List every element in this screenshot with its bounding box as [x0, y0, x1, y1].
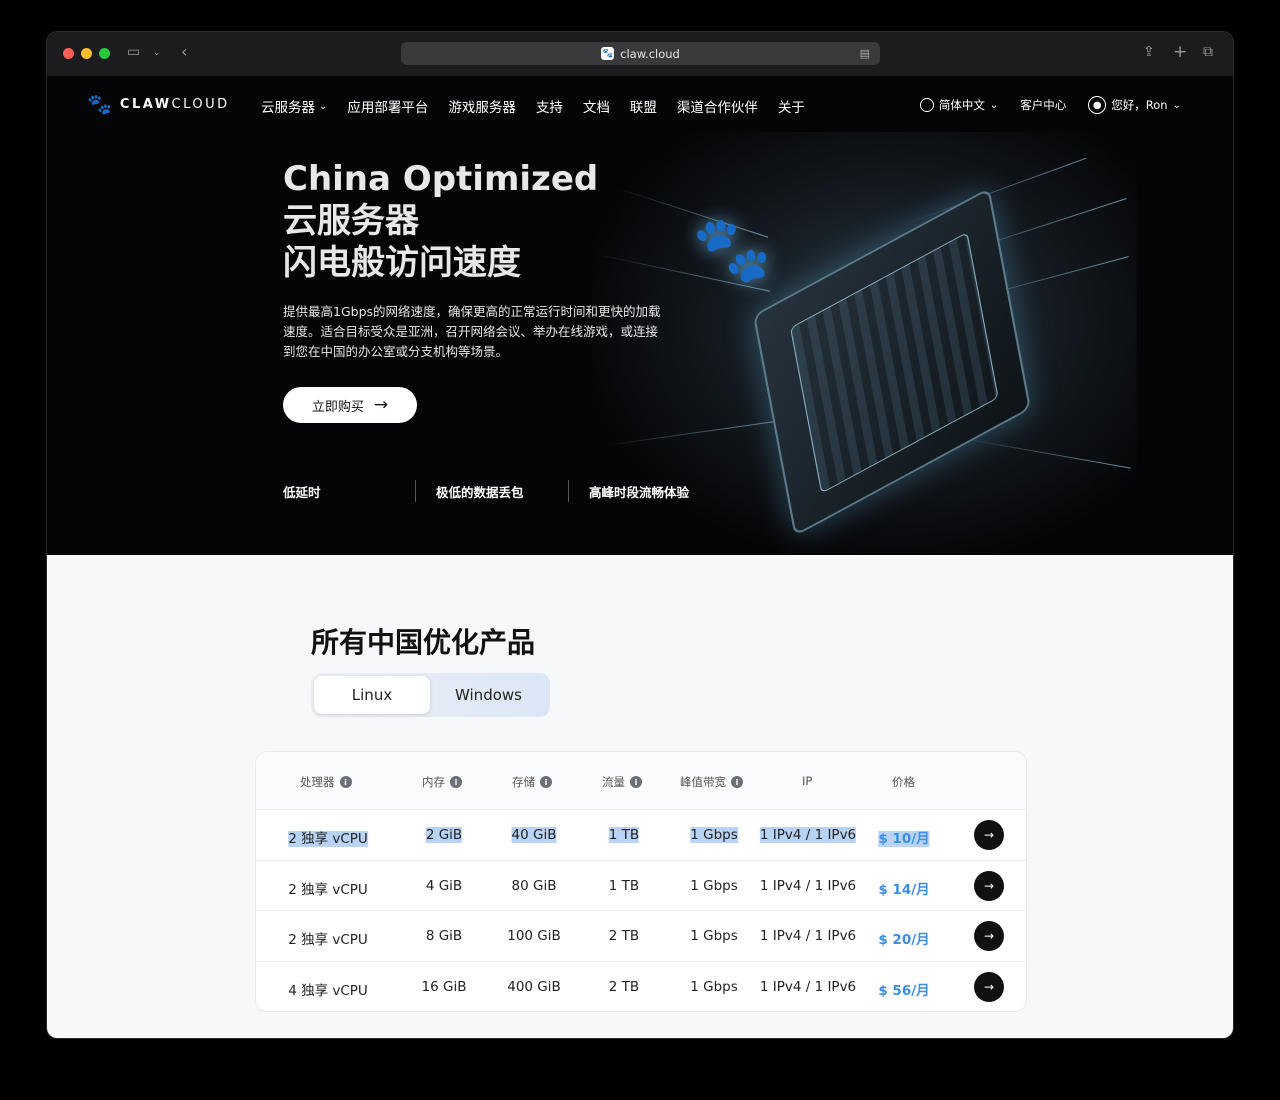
products-section: 所有中国优化产品 Linux Windows 处理器 i 内存 i 存储 i 流量 i … — [47, 555, 1233, 1038]
reader-mode-icon[interactable]: ▤ — [860, 47, 870, 60]
arrow-right-icon: → — [983, 979, 995, 994]
language-selector[interactable]: 简体中文 ⌄ — [919, 97, 999, 113]
feature-peak-smooth: 高峰时段流畅体验 — [568, 480, 689, 502]
sidebar-toggle-icon[interactable]: ▭ — [127, 44, 140, 60]
tab-linux[interactable]: Linux — [314, 676, 430, 714]
nav-item-app-platform[interactable]: 应用部署平台 — [347, 96, 428, 116]
info-icon[interactable]: i — [450, 776, 462, 788]
feature-low-latency: 低延时 — [283, 484, 321, 500]
nav-item-docs[interactable]: 文档 — [583, 96, 610, 116]
row-action-button[interactable]: → — [974, 870, 1004, 901]
table-row: 2 独享 vCPU 8 GiB 100 GiB 2 TB 1 Gbps 1 IP… — [256, 911, 1026, 962]
logo-text-light: CLOUD — [171, 96, 230, 112]
chevron-down-icon: ⌄ — [1172, 99, 1181, 111]
os-tabs: Linux Windows — [311, 673, 550, 717]
table-header: 处理器 i 内存 i 存储 i 流量 i 峰值带宽 i IP 价格 — [256, 752, 1026, 810]
chevron-down-icon[interactable]: ⌄ — [153, 48, 161, 58]
zoom-window-button[interactable] — [99, 48, 110, 59]
column-header-bandwidth: 峰值带宽 i — [680, 774, 743, 790]
row-action-button[interactable]: → — [974, 971, 1004, 1002]
tab-overview-icon[interactable]: ⧉ — [1203, 44, 1213, 60]
chevron-down-icon: ⌄ — [319, 100, 328, 112]
address-bar-url: claw.cloud — [620, 46, 680, 61]
nav-menu: 云服务器 ⌄ 应用部署平台 游戏服务器 支持 文档 联盟 渠道合作伙伴 关于 — [261, 96, 825, 116]
browser-window: ▭ ⌄ ‹ 🐾 claw.cloud ▤ ⇪ + ⧉ 🐾 🐾 CLAWCLOUD… — [46, 31, 1234, 1039]
arrow-right-icon: → — [983, 878, 995, 893]
nav-item-support[interactable]: 支持 — [536, 96, 563, 116]
info-icon[interactable]: i — [630, 776, 642, 788]
column-header-cpu: 处理器 i — [300, 774, 352, 790]
site-logo[interactable]: 🐾 CLAWCLOUD — [87, 92, 230, 116]
column-header-price: 价格 — [892, 775, 915, 789]
globe-icon — [919, 98, 934, 112]
info-icon[interactable]: i — [731, 776, 743, 788]
browser-titlebar: ▭ ⌄ ‹ 🐾 claw.cloud ▤ ⇪ + ⧉ — [47, 32, 1233, 76]
column-header-traffic: 流量 i — [602, 774, 642, 790]
hero-section: 🐾 🐾 CLAWCLOUD 云服务器 ⌄ 应用部署平台 游戏服务器 支持 文档 联… — [47, 76, 1233, 555]
products-table: 处理器 i 内存 i 存储 i 流量 i 峰值带宽 i IP 价格 2 独享 vCPU 2… — [255, 751, 1027, 1012]
nav-right: 简体中文 ⌄ 客户中心 ● 您好，Ron ⌄ — [919, 96, 1181, 114]
user-icon: ● — [1088, 96, 1107, 114]
chevron-down-icon: ⌄ — [989, 99, 999, 111]
paw-icon: 🐾 — [692, 213, 772, 287]
row-action-button[interactable]: → — [974, 921, 1004, 951]
table-row: 2 独享 vCPU 4 GiB 80 GiB 1 TB 1 Gbps 1 IPv… — [256, 861, 1026, 911]
arrow-right-icon: → — [983, 828, 995, 842]
column-header-memory: 内存 i — [422, 774, 462, 790]
back-icon[interactable]: ‹ — [181, 42, 187, 61]
nav-item-channel-partners[interactable]: 渠道合作伙伴 — [677, 96, 758, 116]
close-window-button[interactable] — [63, 48, 74, 59]
tab-windows[interactable]: Windows — [430, 676, 547, 714]
site-favicon-icon: 🐾 — [601, 47, 615, 60]
buy-now-button[interactable]: 立即购买 → — [283, 387, 417, 423]
new-tab-icon[interactable]: + — [1173, 42, 1187, 62]
top-navigation: 🐾 CLAWCLOUD 云服务器 ⌄ 应用部署平台 游戏服务器 支持 文档 联盟 … — [47, 76, 1233, 136]
table-row: 4 独享 vCPU 16 GiB 400 GiB 2 TB 1 Gbps 1 I… — [256, 962, 1026, 1012]
column-header-ip: IP — [802, 774, 813, 788]
table-row: 2 独享 vCPU 2 GiB 40 GiB 1 TB 1 Gbps 1 IPv… — [256, 810, 1026, 861]
customer-center-link[interactable]: 客户中心 — [1020, 97, 1066, 113]
nav-item-cloud-servers[interactable]: 云服务器 ⌄ — [261, 96, 327, 116]
feature-low-packet-loss: 极低的数据丢包 — [415, 480, 568, 502]
logo-text-bold: CLAW — [119, 96, 172, 112]
chip-graphic — [752, 187, 1032, 537]
arrow-right-icon: → — [373, 395, 389, 415]
hero-title: China Optimized 云服务器 闪电般访问速度 — [283, 159, 599, 283]
info-icon[interactable]: i — [339, 776, 352, 788]
paw-icon: 🐾 — [87, 92, 112, 116]
nav-item-affiliate[interactable]: 联盟 — [630, 96, 657, 116]
nav-item-about[interactable]: 关于 — [778, 96, 805, 116]
products-title: 所有中国优化产品 — [311, 626, 536, 659]
arrow-right-icon: → — [983, 929, 995, 943]
feature-list: 低延时 极低的数据丢包 高峰时段流畅体验 — [283, 480, 689, 502]
share-icon[interactable]: ⇪ — [1143, 44, 1155, 60]
minimize-window-button[interactable] — [81, 48, 92, 59]
column-header-storage: 存储 i — [512, 774, 552, 790]
info-icon[interactable]: i — [540, 776, 552, 788]
row-action-button[interactable]: → — [974, 820, 1004, 850]
hero-description: 提供最高1Gbps的网络速度，确保更高的正常运行时间和更快的加载速度。适合目标受… — [283, 304, 661, 359]
account-menu[interactable]: ● 您好，Ron ⌄ — [1088, 96, 1181, 114]
address-bar[interactable]: 🐾 claw.cloud ▤ — [401, 42, 880, 65]
nav-item-game-servers[interactable]: 游戏服务器 — [448, 96, 516, 116]
